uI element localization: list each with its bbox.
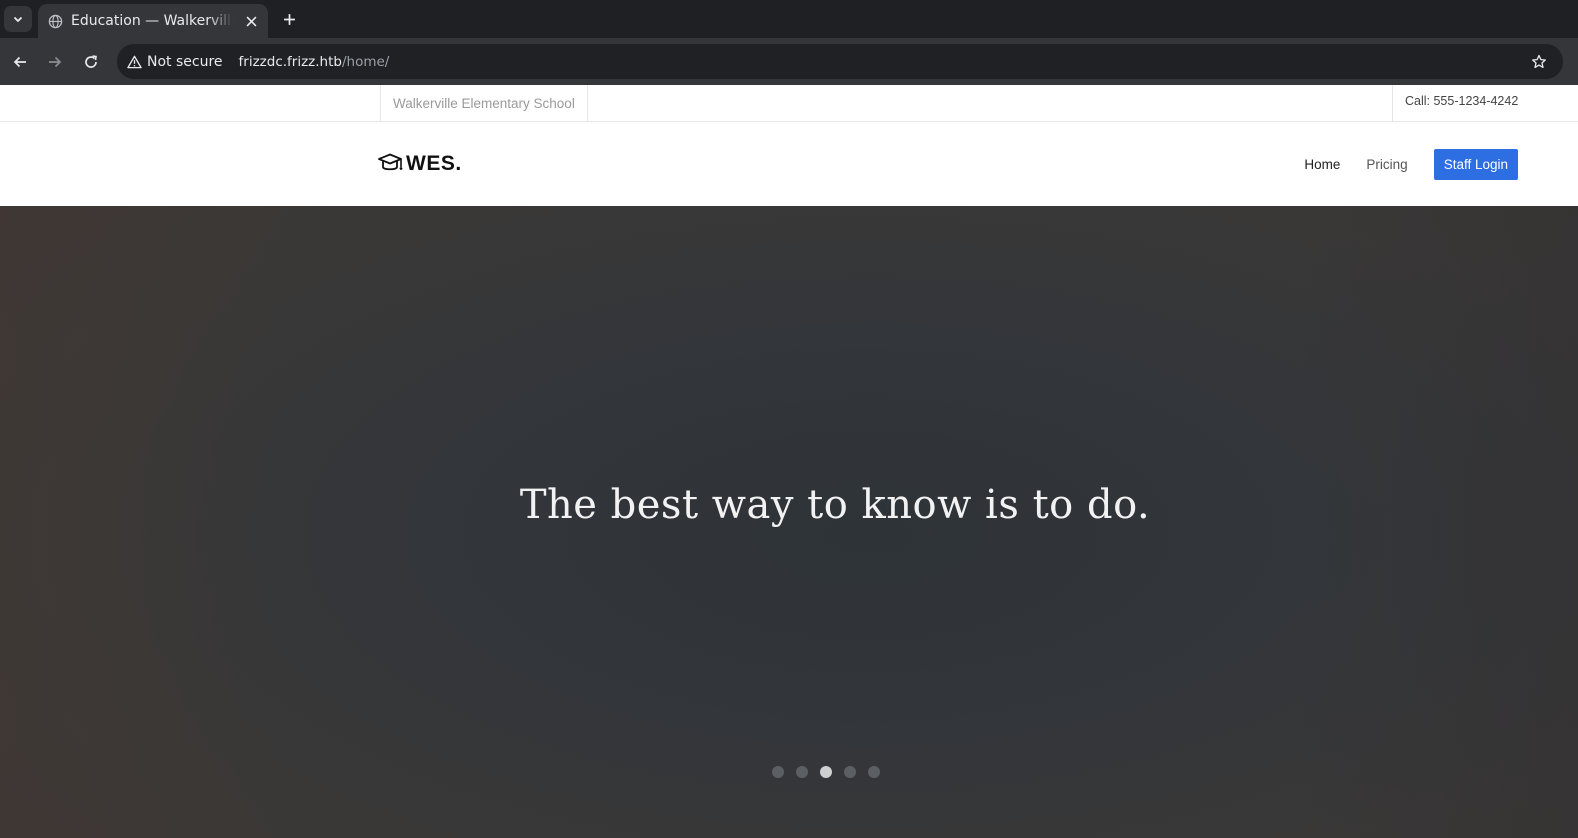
logo-text: WES. — [406, 152, 462, 175]
hero-slider: The best way to know is to do. — [0, 206, 1578, 838]
globe-icon — [47, 13, 63, 29]
staff-login-button[interactable]: Staff Login — [1433, 149, 1518, 180]
web-page: Walkerville Elementary School Call: 555-… — [0, 85, 1578, 838]
graduation-cap-icon — [378, 153, 403, 171]
site-navbar: WES. Home Pricing Staff Login — [0, 122, 1578, 206]
phone-number: Call: 555-1234-4242 — [1392, 85, 1578, 122]
forward-button[interactable] — [42, 49, 68, 75]
slider-dot-2[interactable] — [796, 766, 808, 778]
url-path: /home/ — [341, 53, 390, 70]
arrow-right-icon — [49, 56, 62, 68]
tab-title: Education — Walkerville Elementary Schoo… — [71, 13, 233, 29]
site-security-indicator[interactable]: Not secure — [127, 54, 223, 70]
reload-icon — [85, 55, 97, 68]
slider-pagination — [0, 766, 1578, 778]
address-bar[interactable]: Not secure frizzdc.frizz.htb/home/ — [117, 44, 1563, 79]
main-menu: Home Pricing Staff Login — [1304, 149, 1518, 180]
nav-pricing-link[interactable]: Pricing — [1366, 157, 1407, 172]
browser-toolbar: Not secure frizzdc.frizz.htb/home/ — [0, 38, 1578, 85]
new-tab-button[interactable] — [277, 7, 301, 31]
hero-headline: The best way to know is to do. — [519, 482, 1151, 528]
tab-search-dropdown-button[interactable] — [4, 6, 32, 32]
slider-dot-4[interactable] — [844, 766, 856, 778]
site-logo[interactable]: WES. — [378, 152, 462, 176]
nav-home-link[interactable]: Home — [1304, 157, 1340, 172]
chevron-down-icon — [13, 16, 23, 23]
school-name: Walkerville Elementary School — [380, 85, 588, 122]
url-host: frizzdc.frizz.htb — [238, 53, 342, 70]
bookmark-star-icon[interactable] — [1529, 52, 1549, 72]
slider-dot-1[interactable] — [772, 766, 784, 778]
browser-tabbar: Education — Walkerville Elementary Schoo… — [0, 0, 1578, 38]
warning-triangle-icon — [127, 55, 142, 68]
close-tab-icon[interactable] — [242, 12, 260, 30]
top-info-strip: Walkerville Elementary School Call: 555-… — [0, 85, 1578, 122]
reload-button[interactable] — [78, 49, 104, 75]
plus-icon — [283, 13, 295, 25]
url-text[interactable]: frizzdc.frizz.htb/home/ — [239, 54, 390, 70]
back-button[interactable] — [7, 49, 33, 75]
slider-dot-5[interactable] — [868, 766, 880, 778]
security-label: Not secure — [147, 53, 223, 70]
slider-dot-3[interactable] — [820, 766, 832, 778]
arrow-left-icon — [13, 56, 26, 68]
browser-tab-active[interactable]: Education — Walkerville Elementary Schoo… — [38, 4, 268, 38]
